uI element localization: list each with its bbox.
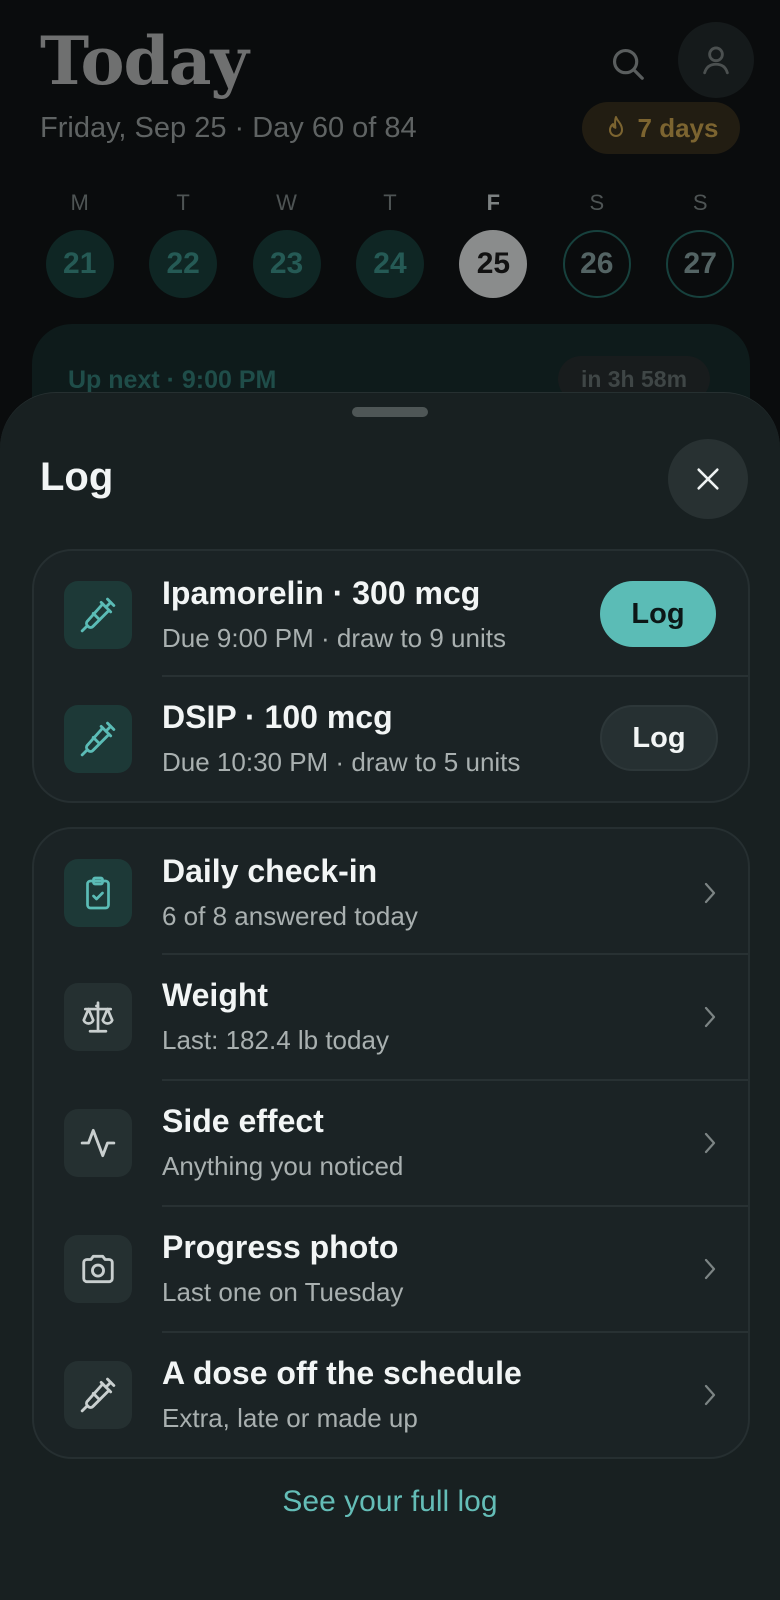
row-title: Daily check-in [162, 853, 378, 889]
check-in-tile [64, 859, 132, 927]
close-icon [697, 468, 719, 490]
row-subtitle: Last: 182.4 lb today [162, 1025, 389, 1055]
daily-check-in-row[interactable]: Daily check-in 6 of 8 answered today [34, 829, 748, 954]
day-monday[interactable]: M 21 [28, 186, 131, 298]
week-strip: M 21 T 22 W 23 T 24 F 25 S 26 S 27 [28, 186, 752, 298]
dose-subtitle: Due 10:30 PM · draw to 5 units [162, 747, 521, 777]
row-title: Progress photo [162, 1229, 399, 1265]
syringe-icon [80, 721, 116, 757]
dose-subtitle: Due 9:00 PM · draw to 9 units [162, 623, 506, 653]
log-ipamorelin-button[interactable]: Log [600, 581, 716, 647]
dose-title: DSIP · 100 mcg [162, 699, 393, 735]
day-sunday[interactable]: S 27 [649, 186, 752, 298]
profile-button[interactable] [678, 22, 754, 98]
dose-title: Ipamorelin · 300 mcg [162, 575, 481, 611]
row-subtitle: Extra, late or made up [162, 1403, 418, 1433]
unscheduled-dose-tile [64, 1361, 132, 1429]
row-subtitle: Last one on Tuesday [162, 1277, 404, 1307]
log-sheet: Log Ipamorelin · 300 mcg Due 9:00 PM · d… [0, 392, 780, 1600]
day-letter: S [589, 190, 605, 215]
weight-row[interactable]: Weight Last: 182.4 lb today [34, 955, 748, 1079]
row-title: Weight [162, 977, 269, 1013]
side-effect-row[interactable]: Side effect Anything you noticed [34, 1081, 748, 1205]
chevron-right-icon [698, 1383, 722, 1407]
dose-tile [64, 581, 132, 649]
flame-icon [608, 116, 623, 137]
user-icon [703, 46, 729, 75]
scheduled-doses-card: Ipamorelin · 300 mcg Due 9:00 PM · draw … [32, 549, 750, 803]
day-date: 23 [252, 230, 321, 298]
day-letter: F [486, 190, 501, 215]
day-date: 27 [666, 230, 735, 298]
chevron-right-icon [698, 1257, 722, 1281]
close-button[interactable] [668, 439, 748, 519]
see-full-log-link[interactable]: See your full log [0, 1485, 780, 1519]
day-date: 26 [562, 230, 631, 298]
day-date: 24 [355, 230, 424, 298]
unscheduled-dose-row[interactable]: A dose off the schedule Extra, late or m… [34, 1333, 748, 1457]
day-date-selected: 25 [459, 230, 528, 298]
day-wednesday[interactable]: W 23 [235, 186, 338, 298]
sheet-title: Log [40, 455, 114, 499]
day-date: 22 [149, 230, 218, 298]
chevron-right-icon [698, 1005, 722, 1029]
day-date: 21 [45, 230, 114, 298]
syringe-icon [80, 597, 116, 633]
dose-row-dsip: DSIP · 100 mcg Due 10:30 PM · draw to 5 … [34, 677, 748, 801]
weight-tile [64, 983, 132, 1051]
log-options-card: Daily check-in 6 of 8 answered today Wei… [32, 827, 750, 1459]
dose-tile [64, 705, 132, 773]
row-subtitle: 6 of 8 answered today [162, 901, 418, 931]
day-letter: M [70, 190, 89, 215]
clipboard-check-icon [86, 876, 110, 910]
day-friday[interactable]: F 25 [442, 186, 545, 298]
log-dsip-button[interactable]: Log [600, 705, 718, 771]
progress-photo-tile [64, 1235, 132, 1303]
day-letter: T [383, 190, 397, 215]
syringe-icon [80, 1377, 116, 1413]
streak-label: 7 days [637, 112, 719, 143]
chevron-right-icon [698, 1131, 722, 1155]
page-subtitle: Friday, Sep 25 · Day 60 of 84 [40, 112, 417, 144]
sheet-grabber[interactable] [352, 407, 428, 417]
progress-photo-row[interactable]: Progress photo Last one on Tuesday [34, 1207, 748, 1331]
day-tuesday[interactable]: T 22 [131, 186, 234, 298]
search-button[interactable] [600, 36, 656, 92]
activity-icon [80, 1128, 116, 1158]
up-next-label: Up next · 9:00 PM [68, 366, 277, 394]
day-letter: S [692, 190, 708, 215]
dose-row-ipamorelin: Ipamorelin · 300 mcg Due 9:00 PM · draw … [34, 551, 748, 676]
search-icon [612, 48, 644, 80]
camera-icon [82, 1254, 114, 1284]
chevron-right-icon [698, 881, 722, 905]
side-effect-tile [64, 1109, 132, 1177]
day-saturday[interactable]: S 26 [545, 186, 648, 298]
scale-icon [82, 1001, 114, 1033]
row-subtitle: Anything you noticed [162, 1151, 404, 1181]
day-letter: T [176, 190, 190, 215]
streak-badge: 7 days [582, 102, 740, 154]
row-title: A dose off the schedule [162, 1355, 522, 1391]
day-thursday[interactable]: T 24 [338, 186, 441, 298]
day-letter: W [276, 190, 297, 215]
page-title: Today [40, 22, 249, 100]
row-title: Side effect [162, 1103, 324, 1139]
